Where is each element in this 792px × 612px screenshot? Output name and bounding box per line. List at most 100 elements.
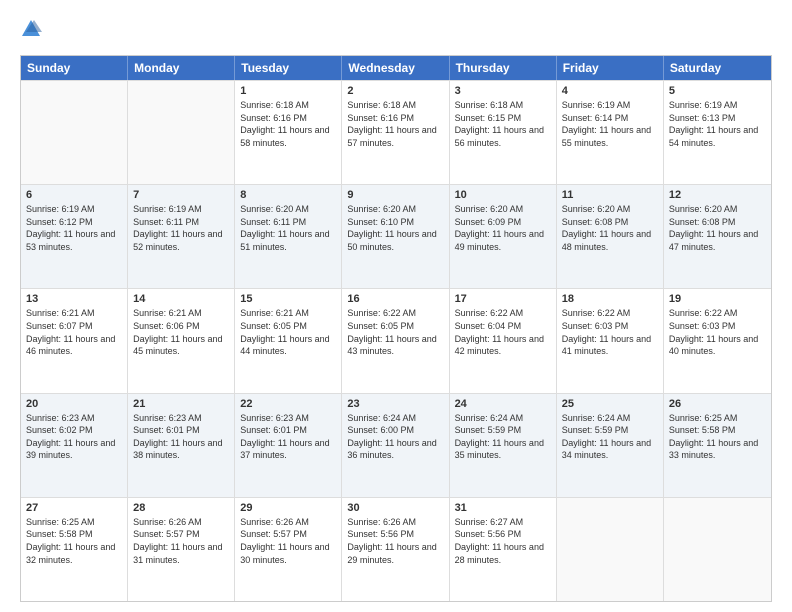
day-info: Sunrise: 6:21 AM Sunset: 6:05 PM Dayligh… bbox=[240, 307, 336, 357]
day-cell: 13 Sunrise: 6:21 AM Sunset: 6:07 PM Dayli… bbox=[21, 289, 128, 392]
day-cell: 10 Sunrise: 6:20 AM Sunset: 6:09 PM Dayli… bbox=[450, 185, 557, 288]
day-info: Sunrise: 6:24 AM Sunset: 5:59 PM Dayligh… bbox=[562, 412, 658, 462]
day-number: 12 bbox=[669, 189, 766, 201]
day-info: Sunrise: 6:23 AM Sunset: 6:01 PM Dayligh… bbox=[133, 412, 229, 462]
day-cell: 8 Sunrise: 6:20 AM Sunset: 6:11 PM Daylig… bbox=[235, 185, 342, 288]
calendar-row: 27 Sunrise: 6:25 AM Sunset: 5:58 PM Dayli… bbox=[21, 497, 771, 601]
day-info: Sunrise: 6:25 AM Sunset: 5:58 PM Dayligh… bbox=[26, 516, 122, 566]
calendar-body: 1 Sunrise: 6:18 AM Sunset: 6:16 PM Daylig… bbox=[21, 80, 771, 601]
day-info: Sunrise: 6:20 AM Sunset: 6:09 PM Dayligh… bbox=[455, 203, 551, 253]
day-info: Sunrise: 6:23 AM Sunset: 6:01 PM Dayligh… bbox=[240, 412, 336, 462]
day-info: Sunrise: 6:20 AM Sunset: 6:08 PM Dayligh… bbox=[669, 203, 766, 253]
day-number: 21 bbox=[133, 398, 229, 410]
day-info: Sunrise: 6:19 AM Sunset: 6:14 PM Dayligh… bbox=[562, 99, 658, 149]
calendar: SundayMondayTuesdayWednesdayThursdayFrid… bbox=[20, 55, 772, 602]
day-info: Sunrise: 6:22 AM Sunset: 6:04 PM Dayligh… bbox=[455, 307, 551, 357]
day-info: Sunrise: 6:20 AM Sunset: 6:11 PM Dayligh… bbox=[240, 203, 336, 253]
day-cell: 9 Sunrise: 6:20 AM Sunset: 6:10 PM Daylig… bbox=[342, 185, 449, 288]
day-number: 23 bbox=[347, 398, 443, 410]
empty-cell bbox=[557, 498, 664, 601]
day-number: 30 bbox=[347, 502, 443, 514]
logo bbox=[20, 18, 46, 45]
day-cell: 5Sunrise: 6:19 AM Sunset: 6:13 PM Daylig… bbox=[664, 81, 771, 184]
day-number: 1 bbox=[240, 85, 336, 97]
day-cell: 3Sunrise: 6:18 AM Sunset: 6:15 PM Daylig… bbox=[450, 81, 557, 184]
day-info: Sunrise: 6:22 AM Sunset: 6:03 PM Dayligh… bbox=[562, 307, 658, 357]
calendar-row: 1 Sunrise: 6:18 AM Sunset: 6:16 PM Daylig… bbox=[21, 80, 771, 184]
calendar-row: 13 Sunrise: 6:21 AM Sunset: 6:07 PM Dayli… bbox=[21, 288, 771, 392]
day-number: 8 bbox=[240, 189, 336, 201]
day-number: 6 bbox=[26, 189, 122, 201]
day-number: 28 bbox=[133, 502, 229, 514]
weekday-header: Thursday bbox=[450, 56, 557, 80]
day-cell: 19 Sunrise: 6:22 AM Sunset: 6:03 PM Dayli… bbox=[664, 289, 771, 392]
day-cell: 6 Sunrise: 6:19 AM Sunset: 6:12 PM Daylig… bbox=[21, 185, 128, 288]
day-cell: 12 Sunrise: 6:20 AM Sunset: 6:08 PM Dayli… bbox=[664, 185, 771, 288]
day-info: Sunrise: 6:26 AM Sunset: 5:57 PM Dayligh… bbox=[133, 516, 229, 566]
day-number: 19 bbox=[669, 293, 766, 305]
day-info: Sunrise: 6:18 AM Sunset: 6:15 PM Dayligh… bbox=[455, 99, 551, 149]
day-cell: 17 Sunrise: 6:22 AM Sunset: 6:04 PM Dayli… bbox=[450, 289, 557, 392]
day-info: Sunrise: 6:23 AM Sunset: 6:02 PM Dayligh… bbox=[26, 412, 122, 462]
day-number: 10 bbox=[455, 189, 551, 201]
weekday-header: Saturday bbox=[664, 56, 771, 80]
calendar-header: SundayMondayTuesdayWednesdayThursdayFrid… bbox=[21, 56, 771, 80]
day-info: Sunrise: 6:25 AM Sunset: 5:58 PM Dayligh… bbox=[669, 412, 766, 462]
day-cell: 7Sunrise: 6:19 AM Sunset: 6:11 PM Daylig… bbox=[128, 185, 235, 288]
day-cell: 29 Sunrise: 6:26 AM Sunset: 5:57 PM Dayli… bbox=[235, 498, 342, 601]
page-header bbox=[20, 18, 772, 45]
day-cell: 18 Sunrise: 6:22 AM Sunset: 6:03 PM Dayli… bbox=[557, 289, 664, 392]
day-cell: 2 Sunrise: 6:18 AM Sunset: 6:16 PM Daylig… bbox=[342, 81, 449, 184]
day-info: Sunrise: 6:27 AM Sunset: 5:56 PM Dayligh… bbox=[455, 516, 551, 566]
day-info: Sunrise: 6:26 AM Sunset: 5:56 PM Dayligh… bbox=[347, 516, 443, 566]
day-cell: 31 Sunrise: 6:27 AM Sunset: 5:56 PM Dayli… bbox=[450, 498, 557, 601]
day-cell: 4Sunrise: 6:19 AM Sunset: 6:14 PM Daylig… bbox=[557, 81, 664, 184]
day-number: 17 bbox=[455, 293, 551, 305]
day-cell: 1 Sunrise: 6:18 AM Sunset: 6:16 PM Daylig… bbox=[235, 81, 342, 184]
day-cell: 24Sunrise: 6:24 AM Sunset: 5:59 PM Dayli… bbox=[450, 394, 557, 497]
day-info: Sunrise: 6:18 AM Sunset: 6:16 PM Dayligh… bbox=[240, 99, 336, 149]
day-cell: 27 Sunrise: 6:25 AM Sunset: 5:58 PM Dayli… bbox=[21, 498, 128, 601]
day-number: 26 bbox=[669, 398, 766, 410]
day-number: 31 bbox=[455, 502, 551, 514]
day-number: 16 bbox=[347, 293, 443, 305]
day-number: 29 bbox=[240, 502, 336, 514]
day-number: 24 bbox=[455, 398, 551, 410]
day-cell: 26 Sunrise: 6:25 AM Sunset: 5:58 PM Dayli… bbox=[664, 394, 771, 497]
day-info: Sunrise: 6:19 AM Sunset: 6:13 PM Dayligh… bbox=[669, 99, 766, 149]
day-info: Sunrise: 6:26 AM Sunset: 5:57 PM Dayligh… bbox=[240, 516, 336, 566]
day-number: 7 bbox=[133, 189, 229, 201]
weekday-header: Friday bbox=[557, 56, 664, 80]
day-info: Sunrise: 6:18 AM Sunset: 6:16 PM Dayligh… bbox=[347, 99, 443, 149]
day-cell: 15 Sunrise: 6:21 AM Sunset: 6:05 PM Dayli… bbox=[235, 289, 342, 392]
day-cell: 22Sunrise: 6:23 AM Sunset: 6:01 PM Dayli… bbox=[235, 394, 342, 497]
day-cell: 25Sunrise: 6:24 AM Sunset: 5:59 PM Dayli… bbox=[557, 394, 664, 497]
day-cell: 14 Sunrise: 6:21 AM Sunset: 6:06 PM Dayli… bbox=[128, 289, 235, 392]
day-number: 13 bbox=[26, 293, 122, 305]
day-info: Sunrise: 6:19 AM Sunset: 6:12 PM Dayligh… bbox=[26, 203, 122, 253]
day-info: Sunrise: 6:21 AM Sunset: 6:06 PM Dayligh… bbox=[133, 307, 229, 357]
day-number: 20 bbox=[26, 398, 122, 410]
day-cell: 21 Sunrise: 6:23 AM Sunset: 6:01 PM Dayli… bbox=[128, 394, 235, 497]
day-number: 9 bbox=[347, 189, 443, 201]
day-cell: 11Sunrise: 6:20 AM Sunset: 6:08 PM Dayli… bbox=[557, 185, 664, 288]
calendar-page: SundayMondayTuesdayWednesdayThursdayFrid… bbox=[0, 0, 792, 612]
calendar-row: 6 Sunrise: 6:19 AM Sunset: 6:12 PM Daylig… bbox=[21, 184, 771, 288]
day-number: 14 bbox=[133, 293, 229, 305]
day-cell: 16Sunrise: 6:22 AM Sunset: 6:05 PM Dayli… bbox=[342, 289, 449, 392]
day-number: 27 bbox=[26, 502, 122, 514]
day-number: 2 bbox=[347, 85, 443, 97]
day-cell: 23Sunrise: 6:24 AM Sunset: 6:00 PM Dayli… bbox=[342, 394, 449, 497]
empty-cell bbox=[21, 81, 128, 184]
day-number: 18 bbox=[562, 293, 658, 305]
day-cell: 20 Sunrise: 6:23 AM Sunset: 6:02 PM Dayli… bbox=[21, 394, 128, 497]
day-info: Sunrise: 6:22 AM Sunset: 6:03 PM Dayligh… bbox=[669, 307, 766, 357]
day-number: 15 bbox=[240, 293, 336, 305]
weekday-header: Tuesday bbox=[235, 56, 342, 80]
empty-cell bbox=[664, 498, 771, 601]
day-info: Sunrise: 6:21 AM Sunset: 6:07 PM Dayligh… bbox=[26, 307, 122, 357]
day-number: 11 bbox=[562, 189, 658, 201]
day-cell: 30 Sunrise: 6:26 AM Sunset: 5:56 PM Dayli… bbox=[342, 498, 449, 601]
day-info: Sunrise: 6:20 AM Sunset: 6:10 PM Dayligh… bbox=[347, 203, 443, 253]
weekday-header: Wednesday bbox=[342, 56, 449, 80]
